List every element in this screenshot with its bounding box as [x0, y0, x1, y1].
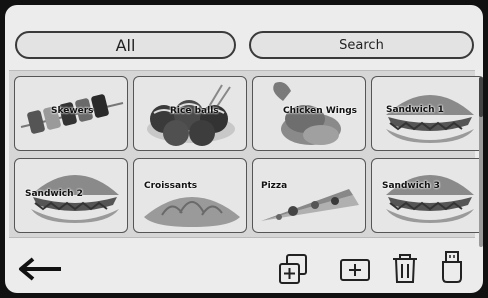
- item-tile-sandwich-3[interactable]: Sandwich 3: [371, 158, 483, 233]
- search-button[interactable]: Search: [249, 31, 474, 59]
- scrollbar-thumb[interactable]: [479, 77, 483, 117]
- item-tile-croissants[interactable]: Croissants: [133, 158, 247, 233]
- item-tile-rice-balls[interactable]: Rice balls: [133, 76, 247, 151]
- item-label: Chicken Wings: [283, 106, 358, 116]
- filter-all-label: All: [115, 35, 136, 55]
- item-tile-chicken-wings[interactable]: Chicken Wings: [252, 76, 366, 151]
- item-label: Sandwich 1: [386, 105, 444, 115]
- sandwich-image: [386, 175, 474, 223]
- item-tile-pizza[interactable]: Pizza: [252, 158, 366, 233]
- usb-drive-icon[interactable]: [441, 250, 463, 284]
- filter-all-button[interactable]: All: [15, 31, 236, 59]
- item-tile-sandwich-1[interactable]: Sandwich 1: [371, 76, 483, 151]
- recipe-menu-screen: All Search Skewers Rice balls Chicken Wi…: [5, 5, 483, 293]
- add-folder-icon[interactable]: [278, 253, 308, 285]
- item-grid: Skewers Rice balls Chicken Wings Sandwic…: [9, 70, 483, 238]
- croissant-image: [144, 197, 240, 227]
- item-tile-skewers[interactable]: Skewers: [14, 76, 128, 151]
- item-tile-sandwich-2[interactable]: Sandwich 2: [14, 158, 128, 233]
- pizza-slice-image: [261, 189, 359, 221]
- item-label: Sandwich 2: [25, 189, 83, 199]
- item-label: Rice balls: [170, 106, 219, 116]
- item-label: Sandwich 3: [382, 181, 440, 191]
- trash-icon[interactable]: [391, 253, 419, 285]
- item-label: Croissants: [144, 181, 198, 191]
- vertical-scrollbar[interactable]: [479, 77, 483, 247]
- item-label: Pizza: [261, 181, 288, 191]
- add-icon[interactable]: [339, 258, 371, 282]
- item-label: Skewers: [51, 106, 94, 116]
- back-arrow-icon[interactable]: [17, 257, 63, 281]
- search-label: Search: [339, 37, 384, 53]
